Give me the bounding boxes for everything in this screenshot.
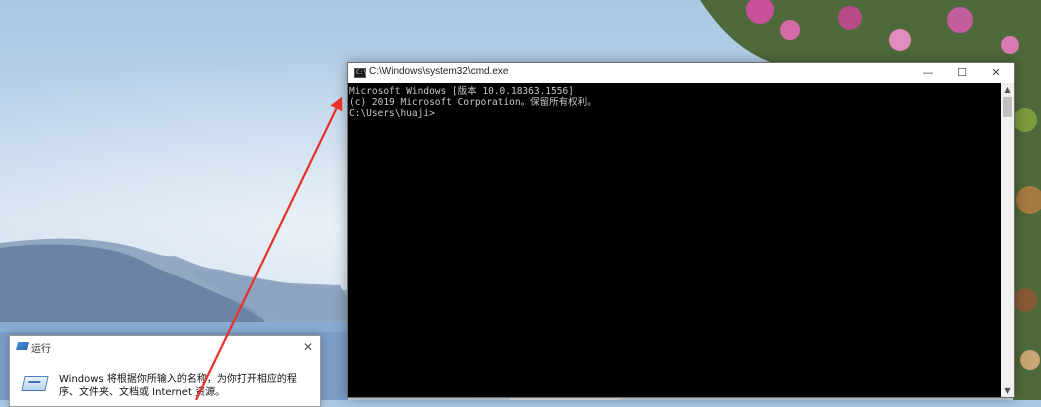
console-line: (c) 2019 Microsoft Corporation。保留所有权利。 <box>349 97 597 108</box>
cmd-window-title: C:\Windows\system32\cmd.exe <box>369 66 509 77</box>
scroll-down-arrow-icon[interactable]: ▼ <box>1001 384 1014 397</box>
run-dialog[interactable]: 运行 ✕ Windows 将根据你所输入的名称，为你打开相应的程序、文件夹、文档… <box>9 335 321 407</box>
vertical-scrollbar[interactable]: ▲ ▼ <box>1001 83 1014 397</box>
console-line: Microsoft Windows [版本 10.0.18363.1556] <box>349 86 574 97</box>
scroll-up-arrow-icon[interactable]: ▲ <box>1001 83 1014 96</box>
maximize-button[interactable]: ☐ <box>945 63 979 83</box>
run-dialog-title: 运行 <box>31 344 51 355</box>
cmd-title-bar[interactable]: C:\ C:\Windows\system32\cmd.exe — ☐ ✕ <box>348 63 1014 83</box>
run-dialog-description: Windows 将根据你所输入的名称，为你打开相应的程序、文件夹、文档或 Int… <box>59 374 297 398</box>
console-icon: C:\ <box>354 68 367 78</box>
close-button[interactable]: ✕ <box>299 338 317 356</box>
close-button[interactable]: ✕ <box>979 63 1013 83</box>
console-prompt[interactable]: C:\Users\huaji> <box>349 108 999 119</box>
cmd-window[interactable]: C:\ C:\Windows\system32\cmd.exe — ☐ ✕ Mi… <box>347 62 1015 398</box>
console-output[interactable]: Microsoft Windows [版本 10.0.18363.1556] (c… <box>348 83 1000 397</box>
scroll-thumb[interactable] <box>1003 97 1012 117</box>
run-icon <box>15 342 30 350</box>
run-dialog-title-bar[interactable]: 运行 ✕ <box>10 336 320 358</box>
run-program-icon <box>21 376 49 391</box>
minimize-button[interactable]: — <box>911 63 945 83</box>
